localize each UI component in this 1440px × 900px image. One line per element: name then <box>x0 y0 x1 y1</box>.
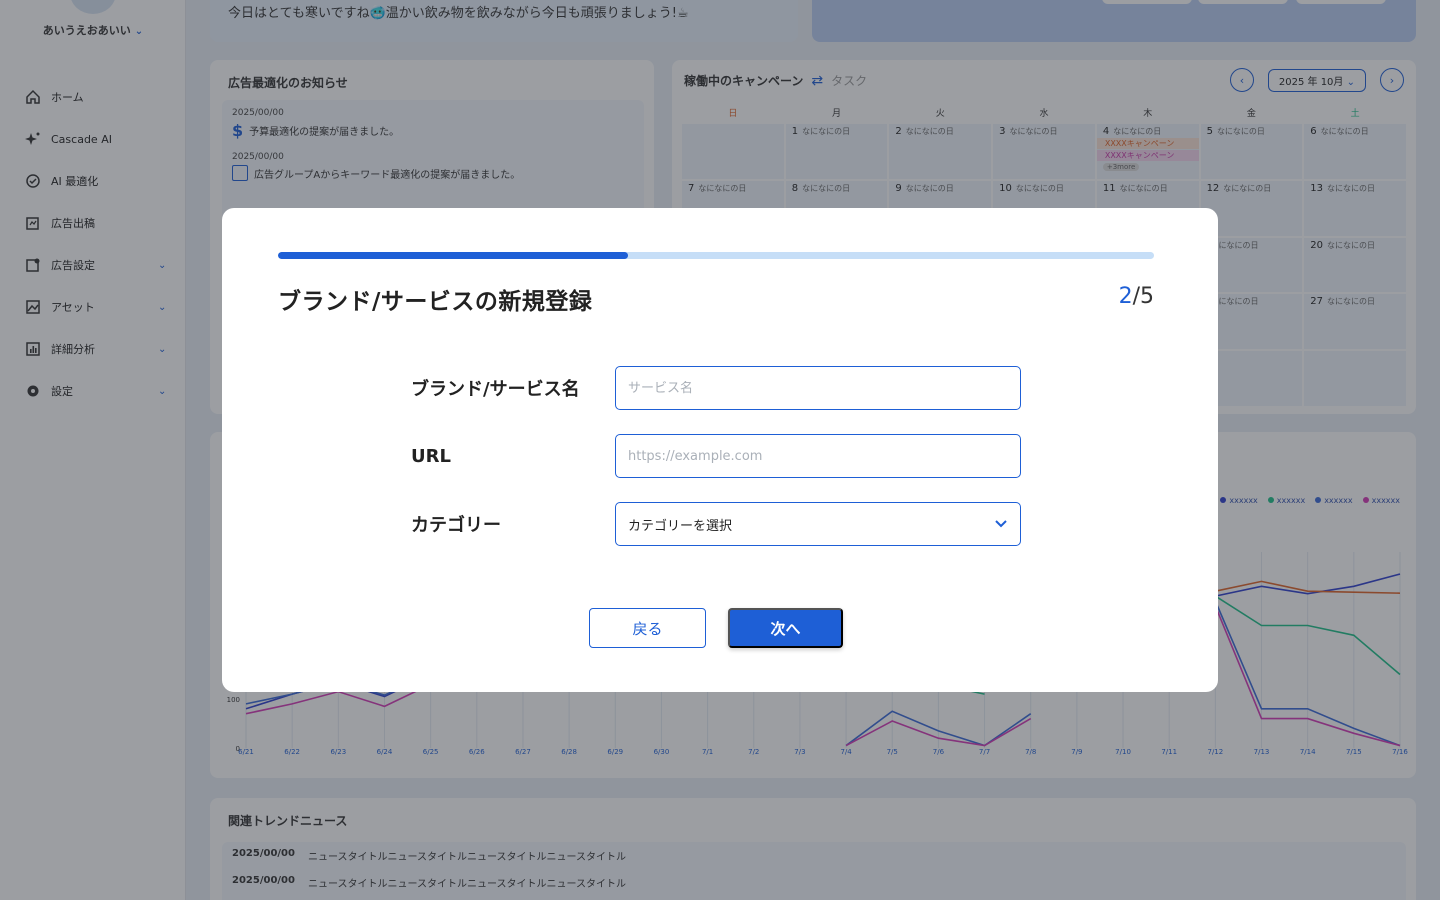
step-total: /5 <box>1132 284 1154 309</box>
step-indicator: 2/5 <box>1119 284 1154 309</box>
chevron-down-icon <box>995 520 1007 528</box>
url-field[interactable] <box>615 434 1021 478</box>
form-row-url: URL <box>411 434 1021 478</box>
category-label: カテゴリー <box>411 515 501 536</box>
next-button[interactable]: 次へ <box>728 608 843 648</box>
category-select[interactable]: カテゴリーを選択 <box>615 502 1021 546</box>
brand-name-field[interactable] <box>615 366 1021 410</box>
brand-registration-modal: ブランド/サービスの新規登録 2/5 ブランド/サービス名 URL カテゴリー … <box>222 208 1218 692</box>
url-label: URL <box>411 445 451 467</box>
modal-title: ブランド/サービスの新規登録 <box>278 289 593 315</box>
step-current: 2 <box>1118 284 1133 309</box>
progress-fill <box>278 252 629 259</box>
url-input[interactable] <box>628 448 1008 464</box>
brand-name-input[interactable] <box>628 380 1008 396</box>
progress-bar <box>278 252 1154 259</box>
brand-name-label: ブランド/サービス名 <box>411 379 580 400</box>
form-row-category: カテゴリー カテゴリーを選択 <box>411 502 1021 546</box>
form-row-name: ブランド/サービス名 <box>411 366 1021 410</box>
back-button[interactable]: 戻る <box>589 608 706 648</box>
category-value: カテゴリーを選択 <box>628 518 733 534</box>
